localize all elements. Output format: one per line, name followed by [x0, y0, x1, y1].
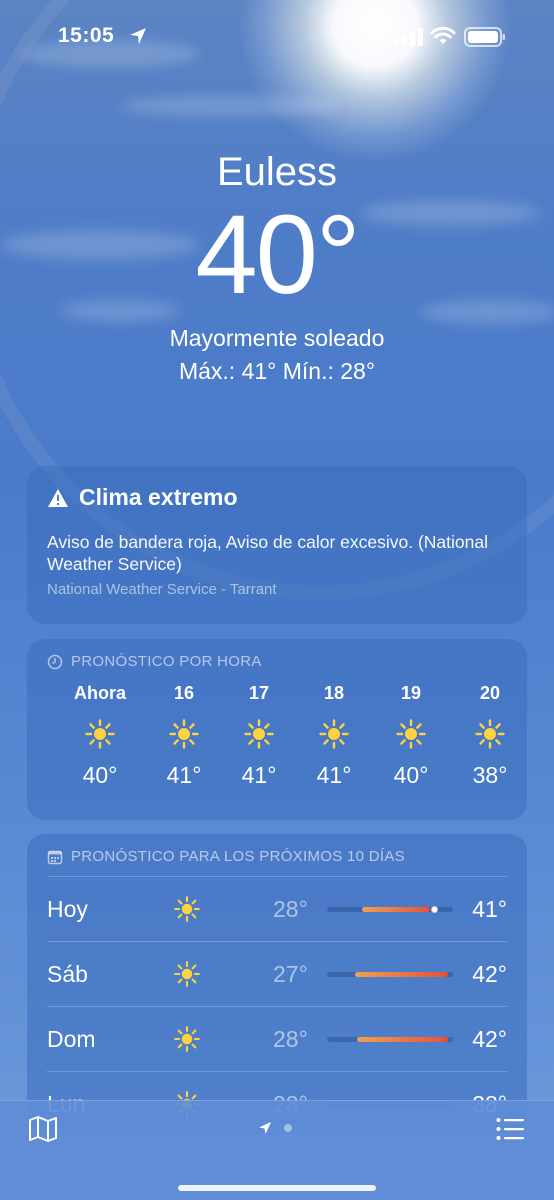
hourly-item: 18 41°: [299, 683, 369, 789]
hour-temperature: 41°: [166, 762, 202, 788]
day-high-temperature: 42°: [472, 961, 507, 987]
temperature-range-bar: [327, 1037, 453, 1042]
hour-label: 18: [323, 683, 345, 703]
sun-icon: [174, 961, 200, 987]
page-indicator[interactable]: [258, 1121, 292, 1135]
sun-icon: [319, 719, 349, 749]
hourly-item: Ahora 40°: [65, 683, 135, 789]
daily-row[interactable]: Hoy 28° 41°: [47, 876, 507, 940]
hour-label: 19: [400, 683, 422, 703]
sun-icon: [174, 896, 200, 922]
city-name: Euless: [216, 150, 338, 194]
cellular-signal-icon: [394, 28, 423, 46]
alert-source: National Weather Service - Tarrant: [47, 581, 277, 598]
temperature-range-bar: [327, 972, 453, 977]
page-dot: [284, 1124, 292, 1132]
hourly-forecast-heading: PRONÓSTICO POR HORA: [47, 653, 507, 670]
hour-label: 16: [173, 683, 195, 703]
sun-icon: [475, 719, 505, 749]
high-low-temperature: Máx.: 41° Mín.: 28°: [178, 358, 376, 384]
sun-icon: [85, 719, 115, 749]
sun-icon: [169, 719, 199, 749]
current-temperature: 40°: [195, 192, 360, 317]
hourly-heading-label: PRONÓSTICO POR HORA: [71, 653, 262, 670]
hour-temperature: 40°: [393, 762, 429, 788]
warning-icon: [48, 488, 68, 507]
daily-row[interactable]: Sáb 27° 42°: [47, 941, 507, 1005]
hourly-item: 20 38°: [455, 683, 525, 789]
weather-condition: Mayormente soleado: [169, 325, 385, 351]
alert-title: Clima extremo: [79, 484, 238, 510]
sun-icon: [244, 719, 274, 749]
current-location-icon: [259, 1122, 271, 1134]
hourly-item: 16 41°: [149, 683, 219, 789]
day-name: Hoy: [47, 896, 88, 922]
hour-temperature: 41°: [316, 762, 352, 788]
map-icon[interactable]: [28, 1115, 58, 1143]
day-name: Sáb: [47, 961, 88, 987]
hour-temperature: 38°: [472, 762, 508, 788]
daily-heading-label: PRONÓSTICO PARA LOS PRÓXIMOS 10 DÍAS: [71, 848, 405, 865]
hour-label: 17: [248, 683, 270, 703]
day-low-temperature: 28°: [273, 1026, 308, 1052]
location-arrow-icon: [130, 28, 146, 44]
current-temperature-dot: [431, 906, 439, 913]
hour-temperature: 40°: [82, 762, 118, 788]
bottom-toolbar: [0, 1100, 554, 1200]
clock-icon: [47, 654, 63, 669]
wifi-icon: [430, 26, 456, 44]
hourly-item: 17 41°: [224, 683, 294, 789]
temperature-range-bar: [327, 906, 453, 913]
battery-icon: [464, 27, 505, 47]
sun-icon: [396, 719, 426, 749]
day-high-temperature: 41°: [472, 896, 507, 922]
sun-icon: [174, 1026, 200, 1052]
daily-forecast-card[interactable]: PRONÓSTICO PARA LOS PRÓXIMOS 10 DÍAS Hoy…: [27, 834, 527, 1134]
status-time: 15:05: [58, 24, 115, 47]
day-low-temperature: 27°: [273, 961, 308, 987]
calendar-icon: [47, 850, 63, 864]
hour-label: 20: [479, 683, 501, 703]
hourly-scroll-list[interactable]: Ahora 40° 16 41° 17 41° 18 41° 19 40° 20 38°: [27, 683, 527, 803]
day-low-temperature: 28°: [273, 896, 308, 922]
alert-description: Aviso de bandera roja, Aviso de calor ex…: [47, 532, 488, 574]
temperature-range-fill: [354, 972, 448, 977]
temperature-range-fill: [357, 1037, 448, 1042]
daily-row[interactable]: Dom 28° 42°: [47, 1006, 507, 1070]
hourly-item: 19 40°: [376, 683, 446, 789]
status-bar: 15:05: [0, 22, 554, 56]
current-weather-header: Euless 40° Mayormente soleado Máx.: 41° …: [0, 150, 554, 385]
list-icon[interactable]: [496, 1117, 524, 1141]
home-indicator[interactable]: [178, 1185, 376, 1191]
day-high-temperature: 42°: [472, 1026, 507, 1052]
severe-weather-alert-card[interactable]: Clima extremo Aviso de bandera roja, Avi…: [27, 466, 527, 624]
alert-title-row: Clima extremo: [47, 484, 507, 511]
hour-temperature: 41°: [241, 762, 277, 788]
temperature-range-fill: [362, 907, 431, 912]
daily-forecast-heading: PRONÓSTICO PARA LOS PRÓXIMOS 10 DÍAS: [47, 848, 507, 865]
hourly-forecast-card[interactable]: PRONÓSTICO POR HORA Ahora 40° 16 41° 17 41° 18…: [27, 639, 527, 820]
hour-label: Ahora: [73, 683, 126, 703]
day-name: Dom: [47, 1026, 96, 1052]
